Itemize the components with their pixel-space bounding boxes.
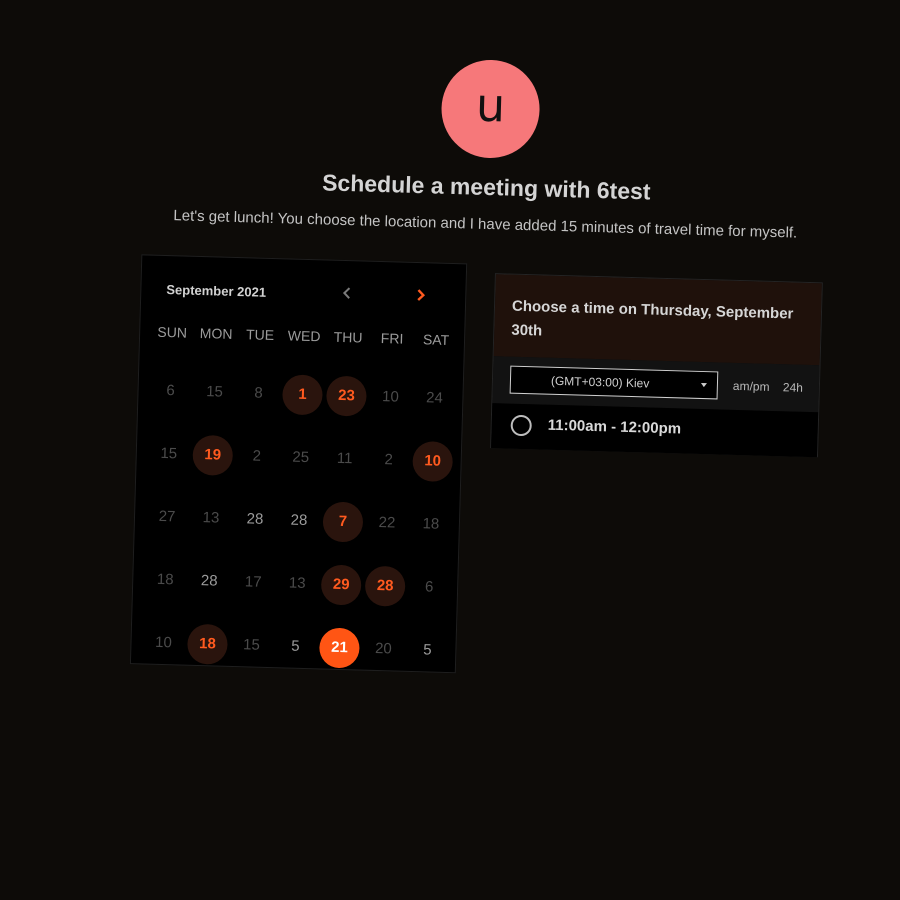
calendar-day: 15 <box>242 636 261 654</box>
calendar-day: 13 <box>288 574 306 593</box>
calendar-cell: 1 <box>280 362 326 426</box>
calendar-cell: 28 <box>186 549 232 613</box>
calendar-cell: 17 <box>230 550 276 614</box>
calendar-day: 17 <box>244 573 262 591</box>
avatar: u <box>440 58 541 160</box>
calendar-cell: 15 <box>192 360 238 424</box>
weekday-header: SUN MON TUE WED THU FRI SAT <box>150 324 458 349</box>
weekday-label: MON <box>199 324 233 342</box>
calendar-cell: 29 <box>318 552 364 616</box>
calendar-day: 6 <box>424 578 434 596</box>
weekday-label: THU <box>333 328 363 346</box>
calendar-cell: 22 <box>364 491 410 555</box>
calendar-day-grid: 6 15 8 1 23 10 24 15 19 2 25 11 2 10 27 13 28 28 7 22 18 18 28… <box>141 359 458 682</box>
calendar-cell: 6 <box>406 555 452 619</box>
format-24h-toggle[interactable]: 24h <box>783 380 803 395</box>
calendar-day: 6 <box>166 382 175 400</box>
weekday-label: WED <box>287 327 321 345</box>
calendar-cell: 13 <box>188 486 234 550</box>
calendar-cell: 15 <box>229 613 275 677</box>
chevron-left-icon <box>342 287 351 299</box>
calendar-cell: 21 <box>317 615 363 679</box>
calendar-day-available[interactable]: 29 <box>320 563 362 606</box>
calendar-day: 13 <box>202 509 220 527</box>
timezone-select[interactable]: (GMT+03:00) Kiev <box>509 365 719 400</box>
calendar-day: 15 <box>205 383 224 401</box>
calendar-day-available[interactable]: 7 <box>322 500 364 543</box>
weekday-label: SUN <box>157 323 188 341</box>
calendar-day: 5 <box>291 637 300 655</box>
calendar-cell: 18 <box>142 547 188 611</box>
calendar-cell: 23 <box>324 363 370 427</box>
calendar-cell: 5 <box>273 614 319 678</box>
calendar-day: 10 <box>381 388 400 406</box>
calendar-cell: 5 <box>405 618 451 682</box>
date-picker-calendar: September 2021 SUN MON TUE WED THU FRI SAT 6 15… <box>129 254 468 674</box>
page-description: Let's get lunch! You choose the location… <box>173 207 798 242</box>
calendar-cell: 10 <box>410 429 456 493</box>
calendar-cell: 28 <box>362 554 408 618</box>
calendar-day: 24 <box>425 389 444 407</box>
calendar-day-available[interactable]: 10 <box>412 440 454 482</box>
calendar-day: 2 <box>384 451 394 469</box>
calendar-day: 10 <box>154 633 173 652</box>
calendar-day: 28 <box>290 511 308 530</box>
time-slot-label: 11:00am - 12:00pm <box>547 416 682 438</box>
calendar-cell: 2 <box>366 428 412 492</box>
next-month-button[interactable] <box>408 283 433 308</box>
calendar-day-available[interactable]: 23 <box>325 375 368 417</box>
calendar-day-available[interactable]: 28 <box>364 565 406 607</box>
caret-down-icon <box>700 382 707 388</box>
calendar-cell: 8 <box>236 361 282 425</box>
calendar-day: 2 <box>252 447 262 465</box>
calendar-cell: 13 <box>274 551 320 615</box>
calendar-day-available[interactable]: 18 <box>186 623 229 665</box>
calendar-day: 18 <box>422 515 440 533</box>
calendar-cell: 7 <box>320 489 366 553</box>
time-selection-panel: Choose a time on Thursday, September 30t… <box>490 273 823 458</box>
calendar-day-selected[interactable]: 21 <box>318 626 360 669</box>
weekday-label: SAT <box>422 331 450 348</box>
calendar-day: 22 <box>378 514 396 532</box>
calendar-cell: 28 <box>276 488 322 552</box>
calendar-day: 20 <box>374 639 393 658</box>
avatar-initial: u <box>475 77 506 133</box>
calendar-day: 5 <box>423 641 432 659</box>
calendar-day: 28 <box>200 572 218 590</box>
calendar-month-label: September 2021 <box>166 282 267 300</box>
format-ampm-toggle[interactable]: am/pm <box>733 379 770 394</box>
calendar-cell: 11 <box>322 426 368 490</box>
calendar-cell: 25 <box>278 425 324 489</box>
calendar-cell: 15 <box>146 422 192 486</box>
previous-month-button[interactable] <box>335 281 360 306</box>
calendar-cell: 6 <box>148 359 194 423</box>
calendar-day: 27 <box>158 507 176 526</box>
calendar-cell: 24 <box>412 366 458 430</box>
weekday-label: FRI <box>380 330 404 347</box>
timezone-value: (GMT+03:00) Kiev <box>550 373 650 391</box>
calendar-cell: 18 <box>408 492 454 556</box>
chevron-right-icon <box>417 289 426 301</box>
calendar-cell: 18 <box>185 612 231 676</box>
radio-button-icon[interactable] <box>510 414 533 437</box>
calendar-day: 18 <box>156 570 174 589</box>
time-slot-option[interactable]: 11:00am - 12:00pm <box>491 403 819 458</box>
calendar-cell: 19 <box>190 423 236 487</box>
time-panel-heading: Choose a time on Thursday, September 30t… <box>493 274 822 366</box>
calendar-cell: 10 <box>368 365 414 429</box>
calendar-day: 8 <box>254 384 263 402</box>
scheduling-page: u Schedule a meeting with 6test Let's ge… <box>0 0 900 900</box>
calendar-day: 15 <box>160 444 178 463</box>
calendar-day-available[interactable]: 1 <box>281 373 324 415</box>
weekday-label: TUE <box>245 326 275 344</box>
calendar-day: 25 <box>292 448 310 467</box>
calendar-day-available[interactable]: 19 <box>192 434 234 476</box>
calendar-cell: 10 <box>141 610 187 674</box>
calendar-cell: 20 <box>361 617 407 681</box>
calendar-cell: 27 <box>144 485 190 549</box>
calendar-cell: 2 <box>234 424 280 488</box>
calendar-day: 11 <box>336 449 353 468</box>
calendar-cell: 28 <box>232 487 278 551</box>
calendar-day: 28 <box>246 510 264 528</box>
